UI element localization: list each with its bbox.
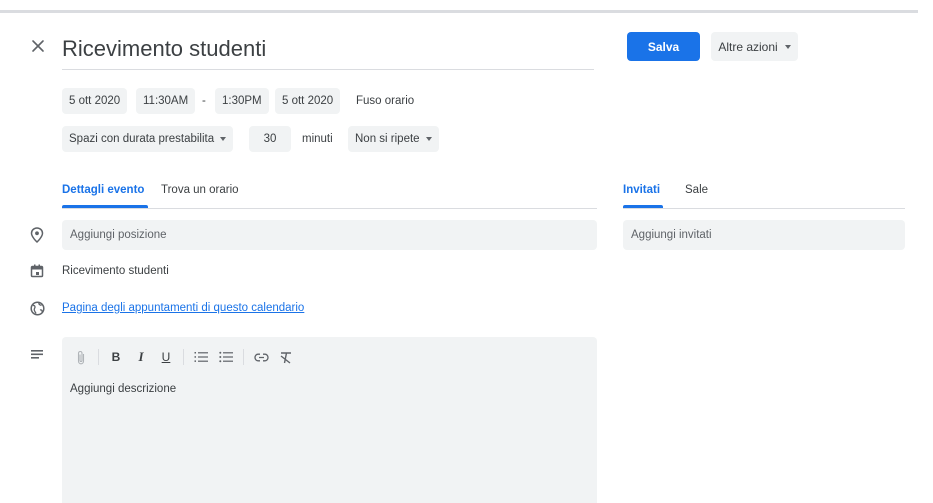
more-actions-button[interactable]: Altre azioni	[711, 32, 798, 61]
description-editor[interactable]: B I U Aggiungi descrizione	[62, 337, 597, 503]
link-icon	[253, 353, 269, 361]
tab-event-details[interactable]: Dettagli evento	[62, 184, 144, 196]
end-time-chip[interactable]: 1:30PM	[215, 88, 269, 114]
tab-find-time[interactable]: Trova un orario	[161, 184, 239, 196]
notes-icon	[28, 345, 46, 363]
chevron-down-icon	[425, 137, 432, 141]
slot-type-dropdown[interactable]: Spazi con durata prestabilita	[62, 126, 234, 152]
save-button-label: Salva	[647, 39, 680, 54]
save-button[interactable]: Salva	[627, 32, 700, 61]
close-icon	[32, 40, 44, 52]
bold-button[interactable]: B	[105, 347, 127, 367]
location-placeholder: Aggiungi posizione	[70, 229, 167, 241]
chevron-down-icon	[784, 44, 791, 49]
recurrence-dropdown[interactable]: Non si ripete	[348, 126, 439, 152]
tab-guests[interactable]: Invitati	[623, 184, 660, 196]
title-input[interactable]	[62, 30, 594, 68]
calendar-icon	[28, 262, 46, 280]
end-date-chip[interactable]: 5 ott 2020	[275, 88, 341, 114]
bulleted-list-icon	[219, 351, 233, 363]
underline-button[interactable]: U	[155, 347, 177, 367]
clear-formatting-button[interactable]	[275, 347, 297, 367]
tab-rooms[interactable]: Sale	[685, 184, 708, 196]
slot-type-label: Spazi con durata prestabilita	[69, 133, 215, 145]
formatting-toolbar: B I U	[70, 347, 300, 367]
start-date-chip[interactable]: 5 ott 2020	[62, 88, 128, 114]
end-time-label: 1:30PM	[222, 95, 262, 107]
clear-formatting-icon	[280, 351, 291, 364]
guests-placeholder: Aggiungi invitati	[631, 229, 712, 241]
toolbar-separator	[98, 349, 99, 365]
globe-icon	[28, 299, 46, 317]
toolbar-separator	[183, 349, 184, 365]
bold-icon: B	[111, 350, 121, 364]
side-tabs-divider	[623, 208, 905, 209]
numbered-list-button[interactable]	[190, 347, 212, 367]
location-input[interactable]: Aggiungi posizione	[62, 220, 597, 250]
description-placeholder: Aggiungi descrizione	[70, 383, 177, 395]
italic-button[interactable]: I	[130, 347, 152, 367]
location-pin-icon	[28, 226, 46, 244]
insert-link-button[interactable]	[250, 347, 272, 367]
bulleted-list-button[interactable]	[215, 347, 237, 367]
numbered-list-icon	[194, 352, 208, 362]
chevron-down-icon	[220, 137, 227, 141]
title-field[interactable]	[62, 30, 594, 70]
close-button[interactable]	[28, 36, 48, 56]
timezone-link[interactable]: Fuso orario	[356, 95, 414, 107]
end-date-label: 5 ott 2020	[282, 95, 334, 107]
attach-button[interactable]	[70, 347, 92, 367]
start-date-label: 5 ott 2020	[69, 95, 121, 107]
toolbar-separator	[243, 349, 244, 365]
time-separator: -	[202, 95, 206, 107]
italic-icon: I	[138, 349, 144, 364]
calendar-name: Ricevimento studenti	[62, 265, 169, 277]
paperclip-icon	[77, 350, 85, 364]
underline-icon: U	[161, 350, 171, 364]
guests-input[interactable]: Aggiungi invitati	[623, 220, 905, 250]
appointments-page-link[interactable]: Pagina degli appuntamenti di questo cale…	[62, 302, 304, 314]
start-time-label: 11:30AM	[143, 95, 189, 107]
top-divider	[0, 10, 918, 13]
start-time-chip[interactable]: 11:30AM	[136, 88, 196, 114]
more-actions-label: Altre azioni	[718, 39, 778, 54]
duration-input[interactable]: 30	[249, 126, 291, 152]
tabs-divider	[62, 208, 597, 209]
recurrence-label: Non si ripete	[355, 133, 420, 145]
duration-unit: minuti	[302, 133, 333, 145]
duration-value: 30	[263, 133, 277, 145]
